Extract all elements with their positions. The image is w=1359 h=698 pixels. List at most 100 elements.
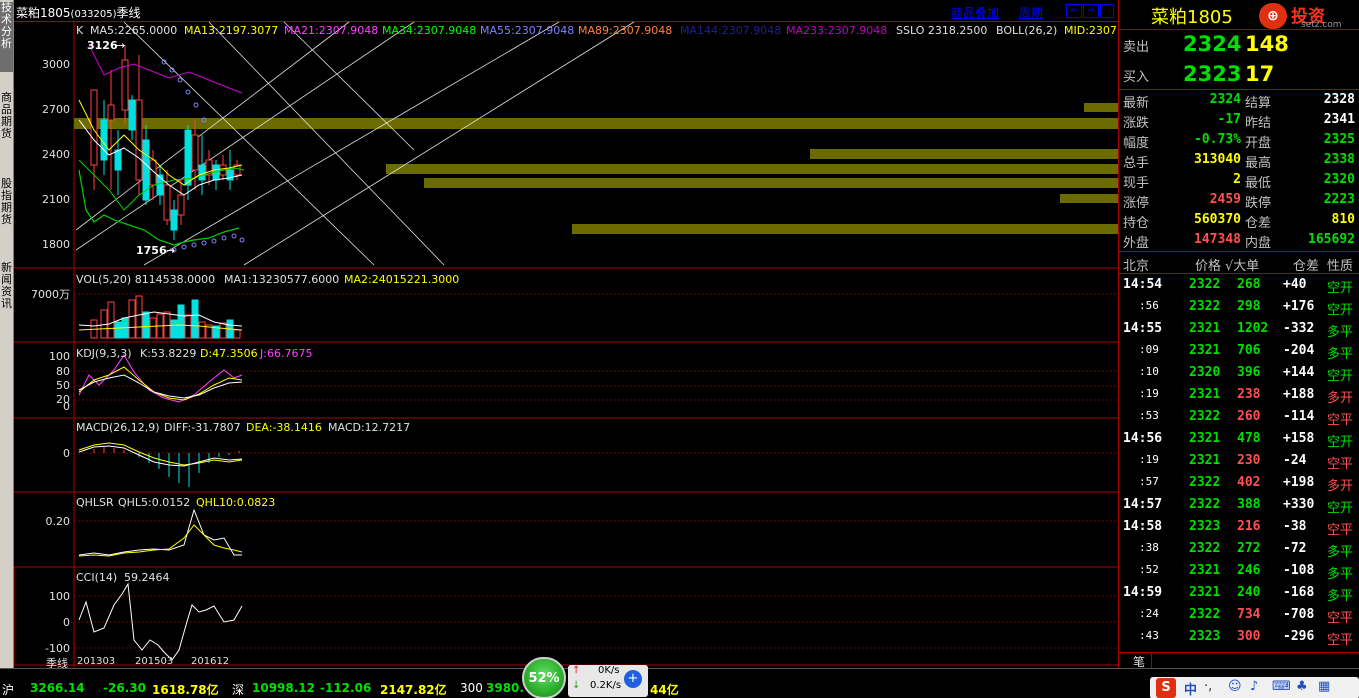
volume-bar [107,301,115,339]
volume-bar [149,317,157,339]
main-indicator-label: K [76,24,84,37]
sell-price: 2324 [1183,32,1242,56]
quote-panel: 菜粕1805 ⊕ 投资 setz.com 卖出 2324 148 买入 2323… [1118,0,1359,670]
tick-row[interactable]: 14:58 2323 216 -38 空平 [1119,516,1359,538]
tick-row[interactable]: :52 2321 246 -108 多平 [1119,560,1359,582]
quote-label: 昨结 [1245,116,1272,131]
tick-row[interactable]: :19 2321 238 +188 多开 [1119,384,1359,406]
tick-volume: 272 [1237,541,1261,556]
volume-bar [128,299,136,339]
tick-row[interactable]: :53 2322 260 -114 空平 [1119,406,1359,428]
punct-icon[interactable]: ·, [1204,679,1212,694]
quote-value: 147348 [1194,232,1241,247]
quote-row: 持仓 560370 仓差 810 [1119,211,1359,231]
keyboard-icon[interactable]: ⌨ [1272,679,1291,694]
tick-row[interactable]: :24 2322 734 -708 空平 [1119,604,1359,626]
tick-row[interactable]: :57 2322 402 +198 多开 [1119,472,1359,494]
quote-value: 2459 [1209,192,1241,207]
kdj-y-100: 100 [49,350,70,363]
low-marker: 1756 [136,244,167,257]
tick-row[interactable]: 14:55 2321 1202 -332 多平 [1119,318,1359,340]
tick-time: :43 [1139,629,1159,642]
candle-body [191,134,199,171]
logo-domain: setz.com [1301,20,1342,30]
tick-price: 2322 [1189,475,1221,490]
qhlsr-qhl10: QHL10:0.0823 [196,496,275,509]
tick-time: 14:55 [1123,321,1163,336]
sar-dot [185,89,191,95]
tick-row[interactable]: 14:54 2322 268 +40 空开 [1119,274,1359,296]
ime-toolbar[interactable]: S 中 ·, ☺ ♪ ⌨ ♣ ▦ [1150,677,1359,698]
tick-row[interactable]: :56 2322 298 +176 空开 [1119,296,1359,318]
qhlsr-y-tick: 0.20 [46,515,71,528]
tick-price: 2321 [1189,585,1221,600]
ime-mode-icon[interactable]: 中 [1184,679,1197,698]
tick-time: :38 [1139,541,1159,554]
tick-volume: 402 [1237,475,1261,490]
tick-time: 14:58 [1123,519,1163,534]
mic-icon[interactable]: ♪ [1250,679,1258,694]
tick-price: 2321 [1189,453,1221,468]
tick-row[interactable]: :09 2321 706 -204 多平 [1119,340,1359,362]
emoji-icon[interactable]: ☺ [1228,679,1242,694]
quote-row: 最新 2324 结算 2328 [1119,91,1359,111]
skin-icon[interactable]: ♣ [1296,679,1308,694]
tab-news[interactable]: 新闻资讯 [0,262,13,318]
tick-nature: 空平 [1327,457,1354,472]
tick-volume: 706 [1237,343,1261,358]
toolbox-icon[interactable]: ▦ [1318,679,1330,694]
macd-title: MACD(26,12,9) [76,421,160,434]
ma21-label: MA21:2307.9048 [284,24,378,37]
tick-list[interactable]: 14:54 2322 268 +40 空开:56 2322 298 +176 空开 14:55 23… [1119,274,1359,652]
volume-bar [142,311,150,339]
tick-row[interactable]: :10 2320 396 +144 空开 [1119,362,1359,384]
tick-price: 2322 [1189,607,1221,622]
upload-speed: 0K/s [598,665,620,676]
qhlsr-qhl5: QHL5:0.0152 [118,496,190,509]
tab-technical-analysis[interactable]: 技术分析 [0,2,13,72]
quote-label: 涨跌 [1123,116,1150,131]
macd-y-0: 0 [63,447,70,460]
tick-price: 2323 [1189,629,1221,644]
candle-body [198,164,206,181]
high-marker: 3126 [87,39,118,52]
tick-row[interactable]: :43 2323 300 -296 空平 [1119,626,1359,648]
plus-icon[interactable]: + [624,670,642,688]
tick-nature: 空开 [1327,435,1354,450]
tick-nature: 空开 [1327,501,1354,516]
quote-label: 涨停 [1123,196,1150,211]
tick-row[interactable]: :38 2322 272 -72 多平 [1119,538,1359,560]
tick-footer: 笔 [1119,652,1359,670]
tab-commodity-futures[interactable]: 商品期货 [0,92,13,148]
tick-time: :52 [1139,563,1159,576]
tick-row[interactable]: :19 2321 230 -24 空平 [1119,450,1359,472]
volume-bar [191,299,199,339]
quote-row: 现手 2 最低 2320 [1119,171,1359,191]
tick-row[interactable]: 14:59 2321 240 -168 多平 [1119,582,1359,604]
xaxis-date-3: 201612 [191,656,230,667]
volume-bar [114,321,122,339]
candle-body [114,149,122,171]
candle-body [156,174,164,196]
tab-index-futures[interactable]: 股指期货 [0,178,13,234]
ticks-header-nature: 性质 [1327,259,1354,274]
ticks-header-time: 北京 [1123,259,1150,274]
quote-value: -0.73% [1194,132,1241,147]
sar-dot [177,77,183,83]
cpu-gauge[interactable]: 52% [522,657,566,698]
sogou-icon[interactable]: S [1156,678,1176,698]
tick-time: 14:59 [1123,585,1163,600]
chart-area[interactable]: K MA5:2265.0000 MA13:2197.3077 MA21:2307… [14,0,1118,668]
macd-value: MACD:12.7217 [328,421,410,434]
ticks-header: 北京 价格 √大单 仓差 性质 [1119,252,1359,274]
status-bar: 沪 3266.14 -26.30 1618.78亿 深 10998.12 -11… [0,657,1359,698]
tick-row[interactable]: 14:56 2321 478 +158 空开 [1119,428,1359,450]
quote-value: 2324 [1209,92,1241,107]
tick-price: 2321 [1189,321,1221,336]
sar-dot [211,238,217,244]
quote-label: 仓差 [1245,216,1272,231]
quote-value: 560370 [1194,212,1241,227]
high-arrow-icon: → [116,39,125,52]
tick-row[interactable]: 14:57 2322 388 +330 空开 [1119,494,1359,516]
tick-nature: 空平 [1327,611,1354,626]
